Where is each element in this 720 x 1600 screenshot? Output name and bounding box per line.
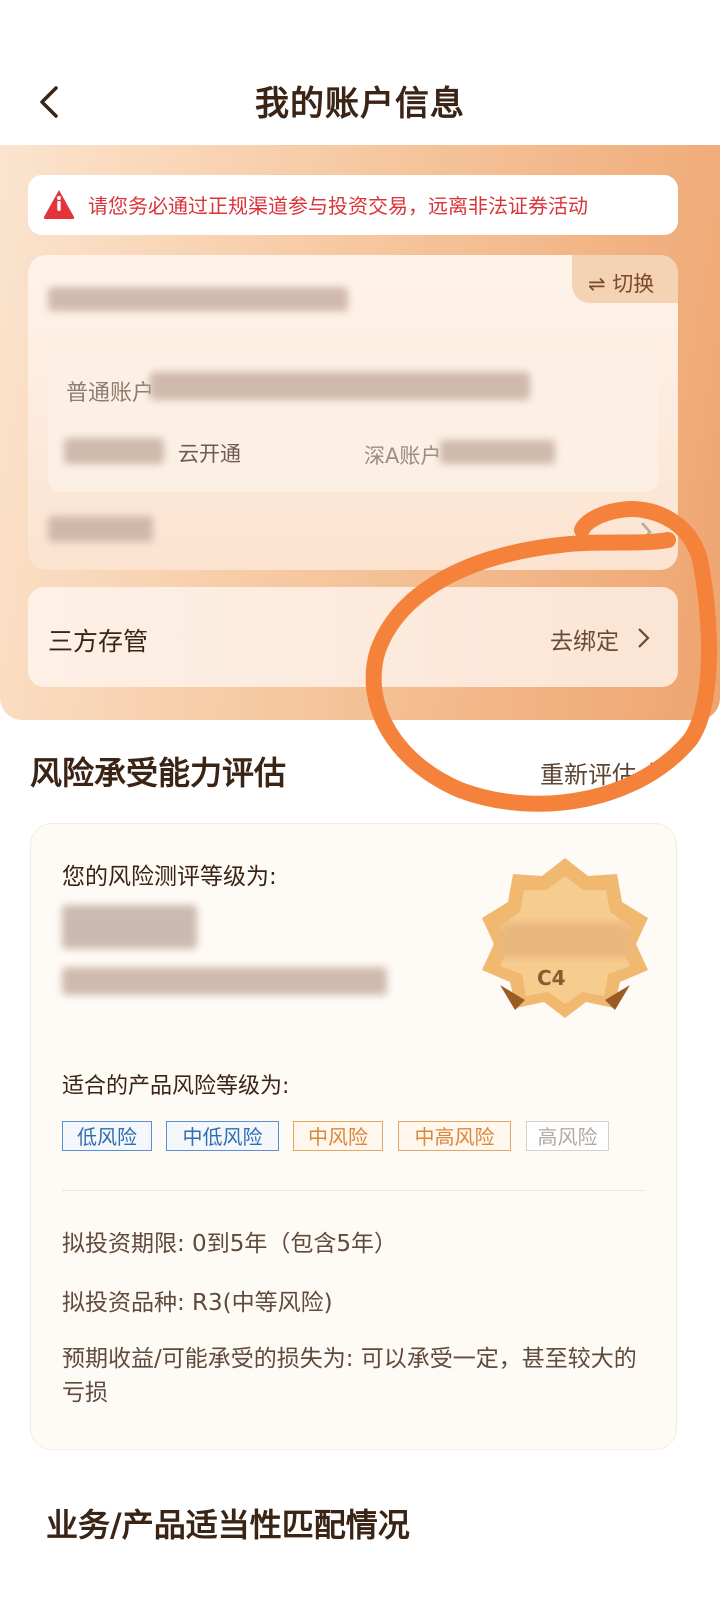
reassess-button[interactable]: 重新评估 — [540, 755, 636, 790]
chevron-right-icon[interactable] — [636, 520, 656, 544]
sh-account-blurred — [64, 438, 164, 464]
risk-tag-high: 高风险 — [526, 1121, 609, 1151]
risk-section-title: 风险承受能力评估 — [30, 754, 287, 792]
sh-account-status: 云开通 — [178, 442, 241, 466]
risk-badge-icon — [482, 858, 648, 1018]
account-type-label: 普通账户 — [66, 381, 155, 406]
assessment-date-blurred — [62, 967, 387, 995]
divider — [62, 1190, 645, 1191]
risk-tag-mid: 中风险 — [293, 1121, 383, 1151]
chevron-right-icon[interactable] — [648, 760, 664, 784]
suitable-level-prompt: 适合的产品风险等级为: — [62, 1074, 290, 1099]
page-title: 我的账户信息 — [255, 84, 465, 124]
account-branch-blurred — [48, 287, 348, 311]
custody-title: 三方存管 — [48, 627, 149, 656]
expected-loss: 预期收益/可能承受的损失为: 可以承受一定，甚至较大的亏损 — [62, 1346, 637, 1406]
risk-level-blurred — [62, 905, 197, 949]
risk-badge-code: C4 — [537, 966, 566, 990]
chevron-right-icon[interactable] — [636, 626, 652, 650]
fund-account-blurred — [48, 516, 153, 542]
sz-account-label: 深A账户 — [364, 444, 442, 468]
account-number-blurred — [150, 372, 530, 400]
risk-tag-low: 低风险 — [62, 1121, 152, 1151]
risk-tag-mid-high: 中高风险 — [398, 1121, 511, 1151]
suitability-section-title: 业务/产品适当性匹配情况 — [46, 1506, 410, 1544]
risk-level-prompt: 您的风险测评等级为: — [62, 864, 277, 890]
bind-custody-button[interactable]: 去绑定 — [550, 622, 619, 656]
warning-text: 请您务必通过正规渠道参与投资交易，远离非法证券活动 — [88, 194, 588, 218]
sz-account-blurred — [440, 440, 555, 464]
investment-type: 拟投资品种: R3(中等风险) — [62, 1290, 333, 1316]
alert-triangle-icon — [43, 190, 75, 219]
account-detail-card — [48, 347, 658, 492]
investment-period: 拟投资期限: 0到5年（包含5年） — [62, 1231, 397, 1257]
switch-account-button[interactable]: ⇌ 切换 — [588, 268, 654, 298]
risk-tag-mid-low: 中低风险 — [166, 1121, 279, 1151]
